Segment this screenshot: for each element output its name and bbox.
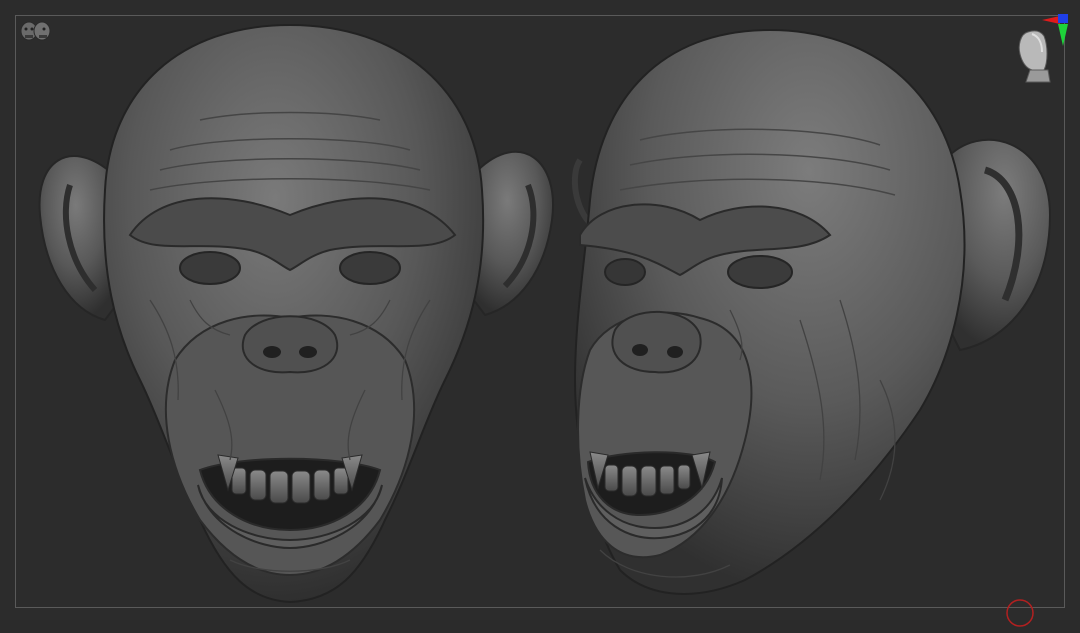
eye-side-far xyxy=(604,258,646,286)
sculpt-canvas[interactable] xyxy=(0,0,1080,620)
nose-front xyxy=(241,315,339,374)
transpose-pivot-icon[interactable] xyxy=(1004,597,1036,629)
sculpt-viewport[interactable] xyxy=(0,0,1080,627)
head-front-view[interactable] xyxy=(38,23,555,604)
head-navigation-gizmo-icon[interactable] xyxy=(1008,12,1072,86)
axis-z-marker xyxy=(1058,14,1068,23)
nose-side xyxy=(611,310,702,374)
dual-head-thumbnail-icon[interactable] xyxy=(16,18,56,46)
eye-right xyxy=(339,251,401,285)
axis-x-arrow xyxy=(1042,16,1060,24)
eye-side-near xyxy=(727,255,793,289)
axis-y-arrow xyxy=(1058,24,1068,46)
eye-left xyxy=(179,251,241,285)
head-three-quarter-view[interactable] xyxy=(571,28,1052,595)
